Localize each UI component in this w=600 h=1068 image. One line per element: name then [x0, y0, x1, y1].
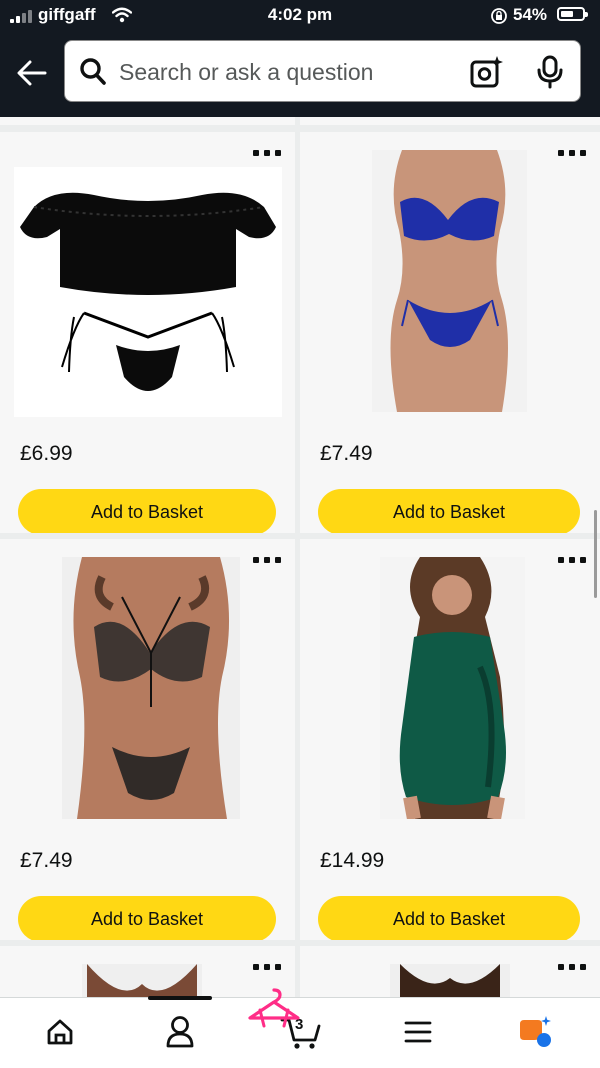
product-price: £7.49	[20, 849, 73, 872]
more-options-icon[interactable]	[558, 964, 586, 972]
add-to-basket-button[interactable]: Add to Basket	[318, 896, 580, 940]
product-card-partial	[300, 117, 600, 125]
bottom-navigation: 3	[0, 988, 600, 1068]
battery-icon	[557, 7, 588, 21]
more-options-icon[interactable]	[558, 150, 586, 158]
voice-search-button[interactable]	[535, 55, 565, 89]
scrollbar[interactable]	[594, 510, 597, 598]
battery-percent: 54%	[513, 5, 548, 24]
menu-icon	[404, 1021, 432, 1043]
product-grid: £6.99 Add to Basket £7.49 Add to Basket	[0, 117, 600, 997]
more-options-icon[interactable]	[253, 964, 281, 972]
product-price: £7.49	[320, 442, 373, 465]
search-icon	[80, 58, 106, 85]
status-bar: giffgaff 4:02 pm 54%	[0, 0, 600, 34]
nav-home[interactable]	[30, 1010, 90, 1054]
rufus-icon	[520, 1016, 551, 1047]
search-bar[interactable]	[64, 40, 581, 102]
product-image-black-mesh-set[interactable]	[62, 557, 240, 819]
product-image-black-set[interactable]	[14, 167, 282, 417]
more-options-icon[interactable]	[253, 557, 281, 565]
product-card[interactable]: £7.49 Add to Basket	[0, 539, 295, 940]
camera-icon	[470, 56, 503, 88]
account-icon	[166, 1016, 194, 1048]
product-card-partial[interactable]	[300, 946, 600, 997]
product-image-blue-set[interactable]	[372, 150, 527, 412]
add-to-basket-button[interactable]: Add to Basket	[18, 896, 276, 940]
back-button[interactable]	[14, 56, 50, 90]
rotation-lock-icon	[491, 8, 507, 24]
product-image-partial	[82, 964, 202, 997]
camera-search-button[interactable]	[469, 55, 505, 89]
product-price: £6.99	[20, 442, 73, 465]
home-icon	[47, 1019, 73, 1045]
product-card[interactable]: £6.99 Add to Basket	[0, 132, 295, 533]
more-options-icon[interactable]	[558, 557, 586, 565]
microphone-icon	[537, 55, 563, 89]
add-to-basket-button[interactable]: Add to Basket	[18, 489, 276, 533]
product-price: £14.99	[320, 849, 385, 872]
hanger-icon	[248, 988, 300, 1028]
product-card[interactable]: £7.49 Add to Basket	[300, 132, 600, 533]
add-to-basket-button[interactable]: Add to Basket	[318, 489, 580, 533]
clock: 4:02 pm	[267, 5, 333, 24]
product-image-partial	[390, 964, 510, 997]
active-tab-indicator	[148, 996, 212, 1000]
nav-account[interactable]	[150, 1010, 210, 1054]
product-image-green-chemise[interactable]	[380, 557, 525, 819]
more-options-icon[interactable]	[253, 150, 281, 158]
nav-menu[interactable]	[388, 1010, 448, 1054]
back-arrow-icon	[17, 60, 47, 86]
product-card-partial	[0, 117, 295, 125]
product-card[interactable]: £14.99 Add to Basket	[300, 539, 600, 940]
nav-rufus[interactable]	[504, 1010, 564, 1054]
search-input[interactable]	[119, 53, 459, 91]
app-header: giffgaff 4:02 pm 54%	[0, 0, 600, 117]
